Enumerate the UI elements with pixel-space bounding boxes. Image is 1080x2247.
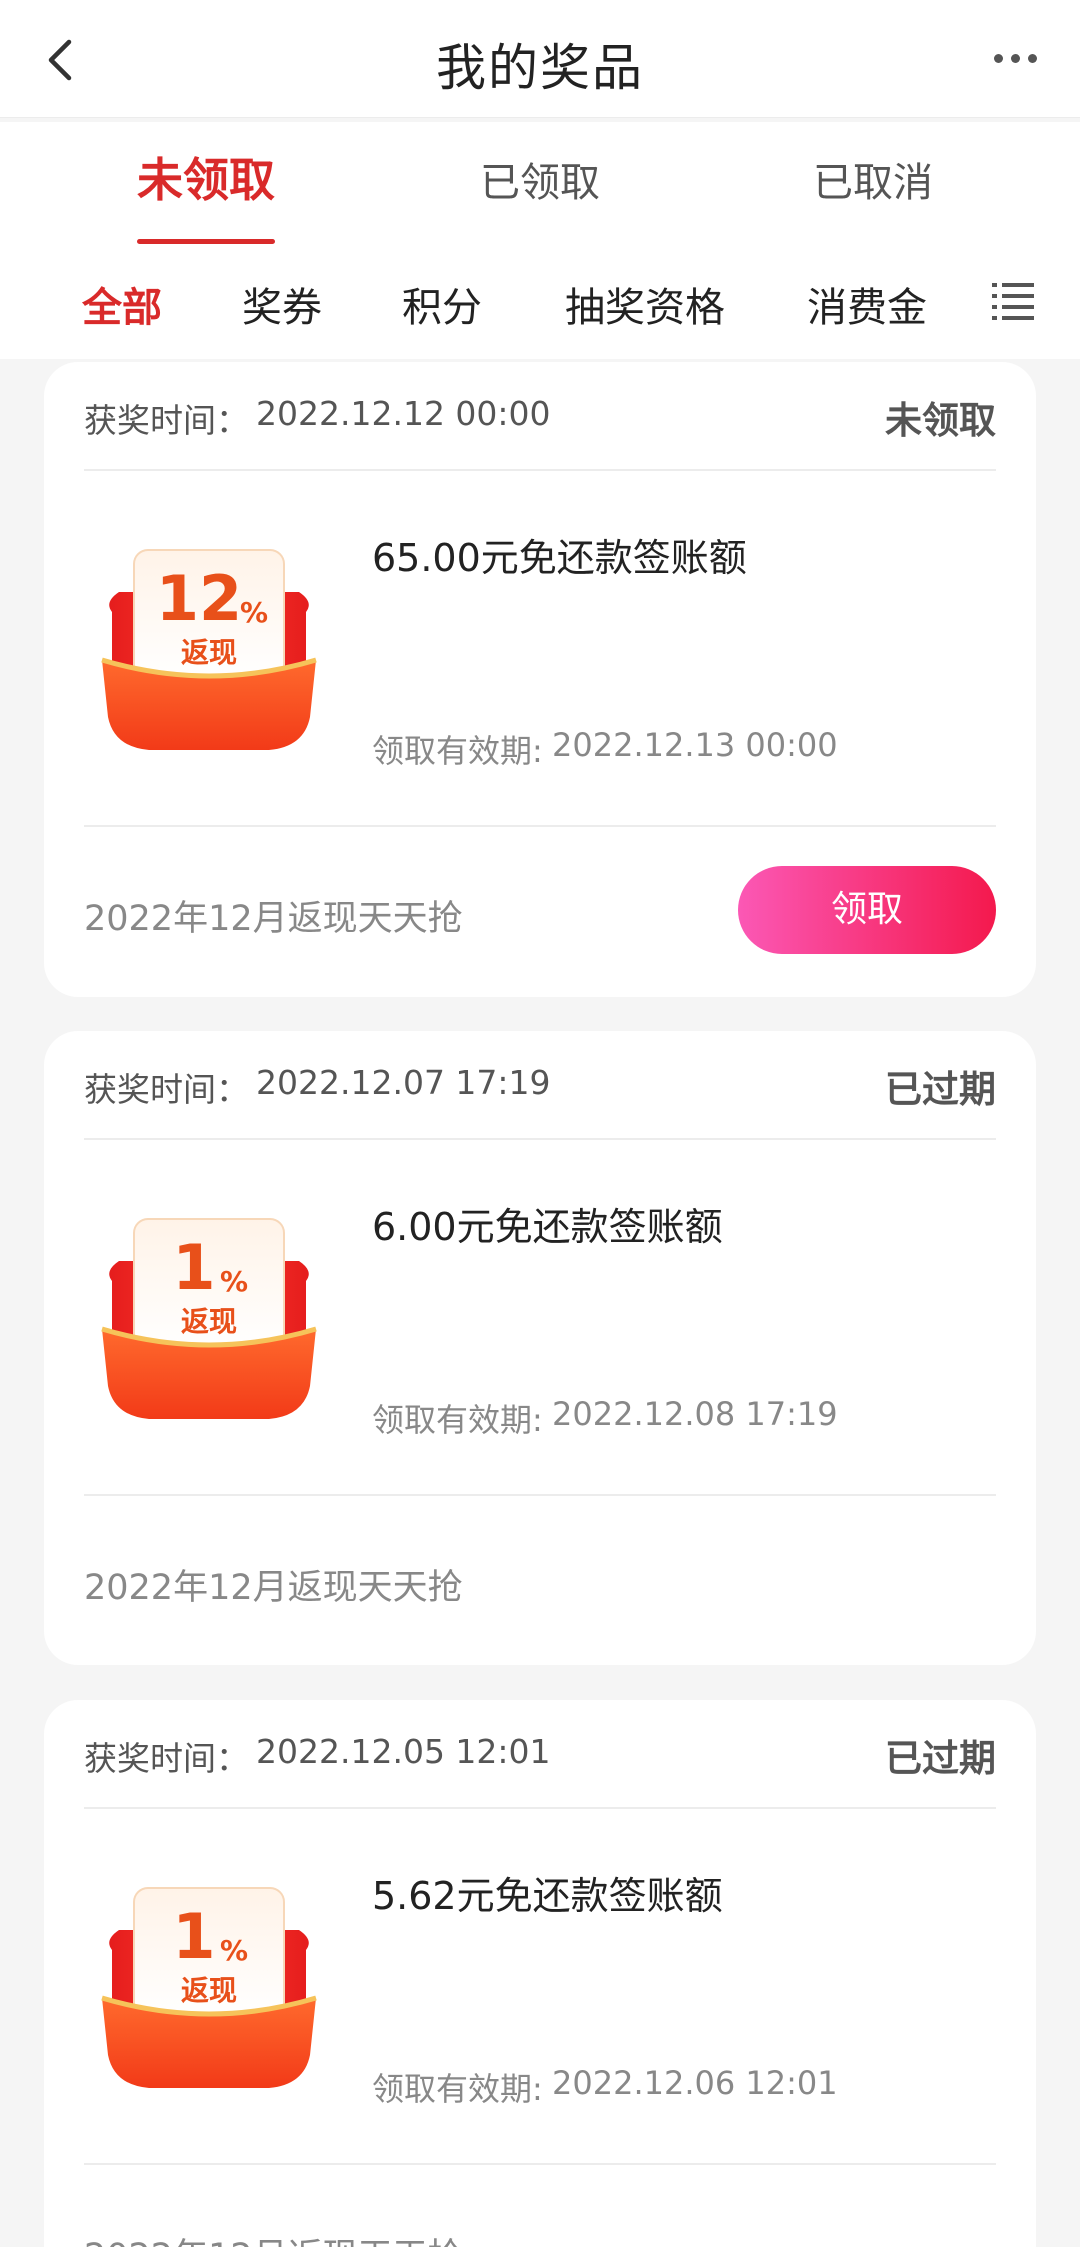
- card-header: 获奖时间： 2022.12.05 12:01 已过期: [84, 1726, 996, 1786]
- divider: [84, 1494, 996, 1496]
- category-tab-bar: 全部 奖券 积分 抽奖资格 消费金: [0, 247, 1080, 359]
- svg-text:返现: 返现: [181, 1305, 237, 1338]
- card-header: 获奖时间： 2022.12.12 00:00 未领取: [84, 388, 996, 448]
- list-icon[interactable]: [990, 277, 1036, 323]
- prize-status: 已过期: [885, 1068, 996, 1111]
- prize-card: 获奖时间： 2022.12.07 17:19 已过期 1 % 返现 6.00元免…: [44, 1031, 1036, 1665]
- svg-text:%: %: [220, 1265, 248, 1298]
- award-time: 2022.12.12 00:00: [256, 394, 551, 433]
- cashback-badge-icon: 1 % 返现: [101, 1887, 317, 2088]
- category-tab-points[interactable]: 积分: [402, 275, 482, 333]
- category-tab-lottery[interactable]: 抽奖资格: [565, 275, 725, 333]
- cashback-badge-icon: 12 % 返现: [101, 549, 317, 750]
- page-title: 我的奖品: [436, 39, 644, 97]
- activity-name: 2022年12月返现天天抢: [84, 2228, 463, 2247]
- category-tab-consumption-credit[interactable]: 消费金: [807, 275, 927, 333]
- award-time-label: 获奖时间：: [84, 1739, 249, 1778]
- tab-unclaimed[interactable]: 未领取: [41, 144, 371, 210]
- svg-text:%: %: [220, 1934, 248, 1967]
- award-time: 2022.12.05 12:01: [256, 1732, 551, 1771]
- more-button[interactable]: [980, 28, 1050, 88]
- claim-button[interactable]: 领取: [738, 866, 996, 954]
- activity-name: 2022年12月返现天天抢: [84, 1568, 463, 1608]
- svg-text:%: %: [240, 596, 268, 629]
- divider: [84, 2163, 996, 2165]
- divider: [84, 1138, 996, 1140]
- valid-period-label: 领取有效期:: [372, 1401, 543, 1439]
- svg-text:返现: 返现: [181, 1974, 237, 2007]
- cashback-badge-icon: 1 % 返现: [101, 1218, 317, 1419]
- prize-card: 获奖时间： 2022.12.12 00:00 未领取 12 % 返现 65.00…: [44, 362, 1036, 997]
- prize-status: 未领取: [885, 399, 996, 442]
- valid-period-date: 2022.12.13 00:00: [552, 726, 838, 764]
- valid-period-label: 领取有效期:: [372, 732, 543, 770]
- tab-cancelled[interactable]: 已取消: [708, 150, 1038, 208]
- prize-title: 6.00元免还款签账额: [372, 1205, 723, 1249]
- activity-name: 2022年12月返现天天抢: [84, 899, 463, 939]
- prize-status: 已过期: [885, 1737, 996, 1780]
- svg-text:返现: 返现: [181, 636, 237, 669]
- svg-text:12: 12: [156, 562, 242, 635]
- svg-text:1: 1: [172, 1900, 215, 1973]
- valid-period-date: 2022.12.06 12:01: [552, 2064, 838, 2102]
- prize-title: 65.00元免还款签账额: [372, 536, 747, 580]
- award-time-label: 获奖时间：: [84, 401, 249, 440]
- divider: [84, 469, 996, 471]
- status-tab-bar: 未领取 已领取 已取消: [0, 122, 1080, 247]
- category-tab-coupons[interactable]: 奖券: [242, 275, 322, 333]
- category-tab-all[interactable]: 全部: [82, 275, 162, 333]
- valid-period-label: 领取有效期:: [372, 2070, 543, 2108]
- award-time-label: 获奖时间：: [84, 1070, 249, 1109]
- more-dots-icon: [993, 53, 1003, 63]
- top-bar: 我的奖品: [0, 0, 1080, 118]
- active-tab-indicator: [137, 239, 275, 244]
- card-header: 获奖时间： 2022.12.07 17:19 已过期: [84, 1057, 996, 1117]
- valid-period-date: 2022.12.08 17:19: [552, 1395, 838, 1433]
- tab-claimed[interactable]: 已领取: [375, 150, 705, 208]
- prize-card: 获奖时间： 2022.12.05 12:01 已过期 1 % 返现 5.62元免…: [44, 1700, 1036, 2247]
- svg-text:1: 1: [172, 1231, 215, 1304]
- divider: [84, 825, 996, 827]
- divider: [84, 1807, 996, 1809]
- award-time: 2022.12.07 17:19: [256, 1063, 551, 1102]
- prize-title: 5.62元免还款签账额: [372, 1874, 723, 1918]
